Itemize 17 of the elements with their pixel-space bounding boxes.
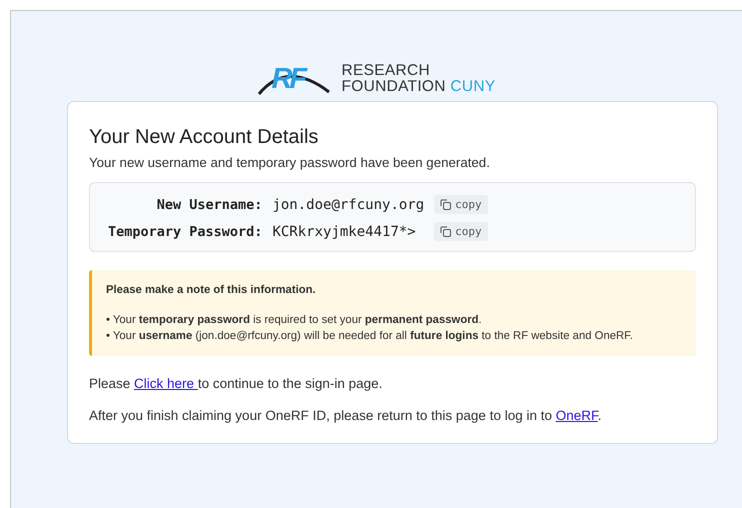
- link[interactable]: Click here: [134, 376, 198, 391]
- card-title: Your New Account Details: [89, 126, 320, 149]
- field-value: jon.doe@rfcuny.org: [272, 196, 424, 212]
- notice-item: • Your username (jon.doe@rfcuny.org) will be needed for all future logins to the RF website and OneRF.: [106, 329, 634, 344]
- card-subtitle: Your new username and temporary password have been generated.: [89, 155, 491, 170]
- copy-icon: [440, 199, 452, 210]
- instruction-text: After you finish claiming your OneRF ID, please return to this page to log in to OneRF.: [89, 408, 603, 423]
- field-label: Temporary Password:: [108, 224, 262, 240]
- notice-heading: Please make a note of this information.: [106, 284, 317, 296]
- field-label: New Username:: [156, 196, 262, 212]
- copy-button[interactable]: copy: [434, 222, 488, 241]
- notice-item: • Your temporary password is required to set your permanent password.: [106, 313, 483, 328]
- copy-icon: [440, 226, 452, 237]
- copy-button[interactable]: copy: [434, 195, 488, 214]
- link[interactable]: OneRF: [556, 408, 598, 423]
- instruction-text: Please Click here to continue to the sign-in page.: [89, 376, 384, 391]
- field-value: KCRkrxyjmke4417*>: [272, 224, 417, 240]
